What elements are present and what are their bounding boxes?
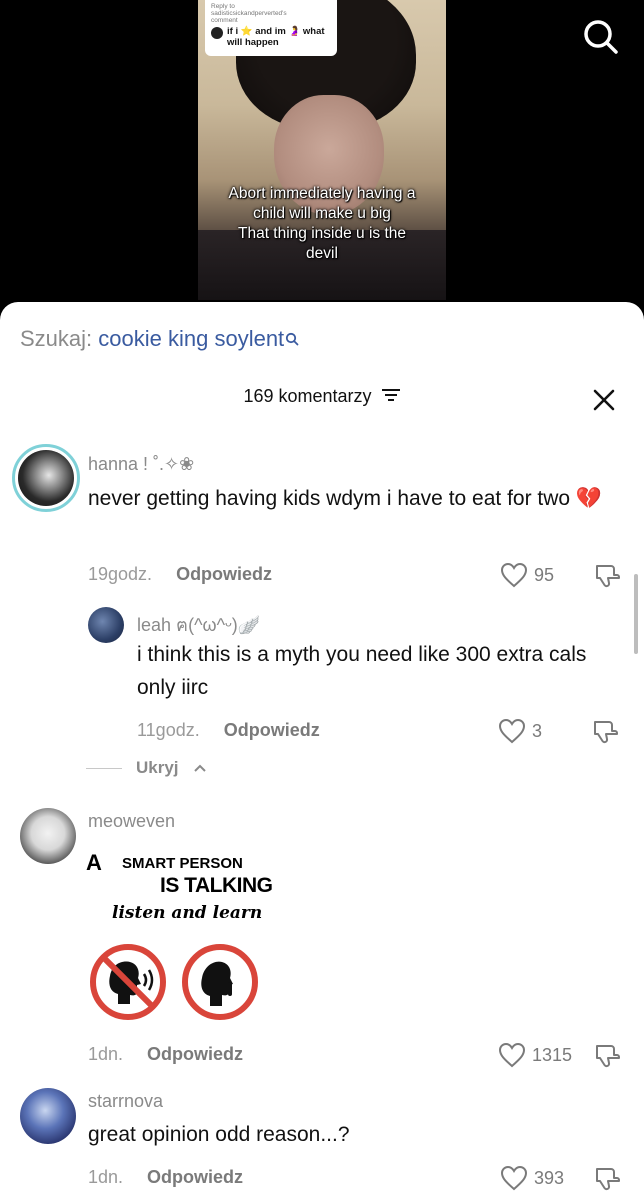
comment-time: 1dn. — [88, 1044, 124, 1064]
dislike-button[interactable] — [592, 718, 618, 744]
video-caption-line: That thing inside u is the — [237, 225, 407, 242]
comment-text: i think this is a myth you need like 300… — [137, 643, 587, 699]
avatar[interactable] — [88, 607, 124, 643]
meme-line3: listen and learn — [112, 903, 263, 923]
search-label: Szukaj: — [20, 326, 93, 351]
video-caption-line: child will make u big — [253, 205, 391, 222]
comment-username[interactable]: starrnova — [88, 1091, 163, 1112]
thumbs-down-icon — [596, 1168, 620, 1191]
comments-sheet: Szukaj: cookie king soylent 169 komentar… — [0, 302, 644, 1200]
comment-image[interactable]: A SMART PERSON IS TALKING listen and lea… — [86, 842, 276, 1026]
video-player[interactable]: Reply to sadisticsickandperverted's comm… — [0, 0, 644, 310]
video-caption-line: Abort immediately having a — [228, 185, 416, 202]
like-count: 1315 — [532, 1044, 573, 1065]
thumbs-down-icon — [594, 721, 618, 744]
like-count: 3 — [532, 720, 543, 741]
heart-icon — [500, 1165, 528, 1191]
avatar[interactable] — [20, 1088, 76, 1144]
dislike-button[interactable] — [594, 1042, 620, 1068]
reply-button[interactable]: Odpowiedz — [147, 1167, 243, 1187]
video-caption-line: devil — [306, 245, 338, 262]
reply-sticker[interactable]: Reply to sadisticsickandperverted's comm… — [205, 0, 337, 56]
heart-icon — [500, 562, 528, 588]
close-icon — [593, 389, 615, 411]
hide-replies-button[interactable]: Ukryj — [86, 758, 207, 778]
chevron-up-icon — [193, 764, 206, 772]
dislike-button[interactable] — [594, 1165, 620, 1191]
thumbs-down-icon — [596, 565, 620, 588]
comments-header: 169 komentarzy — [0, 386, 644, 408]
search-icon-small — [285, 326, 299, 352]
search-query-link[interactable]: cookie king soylent — [98, 326, 284, 351]
like-count: 95 — [534, 564, 555, 585]
search-button[interactable] — [580, 16, 620, 56]
dislike-button[interactable] — [594, 562, 620, 588]
avatar[interactable] — [12, 444, 80, 512]
suggested-search[interactable]: Szukaj: cookie king soylent — [20, 326, 299, 352]
reply-button[interactable]: Odpowiedz — [224, 720, 320, 740]
meme-letter: A — [86, 850, 102, 875]
reply-sticker-line3: comment — [211, 17, 238, 24]
like-button[interactable]: 393 — [500, 1165, 564, 1191]
like-button[interactable]: 1315 — [498, 1042, 572, 1068]
meme-line2: IS TALKING — [160, 874, 273, 897]
reply-sticker-avatar — [211, 27, 223, 39]
meme-line1: SMART PERSON — [122, 855, 243, 872]
like-count: 393 — [534, 1167, 565, 1188]
comment-username[interactable]: hanna ! ˚.✧❀ — [88, 454, 194, 475]
video-caption: Abort immediately having a child will ma… — [214, 184, 430, 264]
search-icon — [584, 20, 618, 54]
comment-text: great opinion odd reason...? — [88, 1123, 350, 1146]
reply-sticker-body: if i ⭐ and im 🤰 what will happen — [227, 26, 325, 48]
heart-icon — [498, 718, 526, 744]
comment-count: 169 komentarzy — [243, 386, 372, 406]
silence-icon — [180, 942, 260, 1022]
thumbs-down-icon — [596, 1045, 620, 1068]
filter-icon[interactable] — [381, 387, 401, 408]
like-button[interactable]: 95 — [500, 562, 554, 588]
reply-sticker-line1: Reply to — [211, 3, 235, 10]
scrollbar[interactable] — [634, 574, 638, 654]
hide-replies-label: Ukryj — [136, 758, 179, 777]
reply-sticker-line2: sadisticsickandperverted's — [211, 10, 287, 17]
comment-username[interactable]: leah ฅ(^ω^ᵕ)🪽 — [137, 610, 260, 639]
avatar[interactable] — [20, 808, 76, 864]
close-button[interactable] — [590, 386, 618, 414]
divider-line — [86, 767, 122, 769]
no-speaking-icon — [88, 942, 168, 1022]
heart-icon — [498, 1042, 526, 1068]
like-button[interactable]: 3 — [498, 718, 542, 744]
reply-button[interactable]: Odpowiedz — [176, 564, 272, 584]
comment-text: never getting having kids wdym i have to… — [88, 487, 603, 510]
reply-button[interactable]: Odpowiedz — [147, 1044, 243, 1064]
comment-username[interactable]: meoweven — [88, 811, 175, 832]
comment-time: 1dn. — [88, 1167, 124, 1187]
comment-time: 19godz. — [88, 564, 153, 584]
comment-time: 11godz. — [137, 720, 200, 740]
